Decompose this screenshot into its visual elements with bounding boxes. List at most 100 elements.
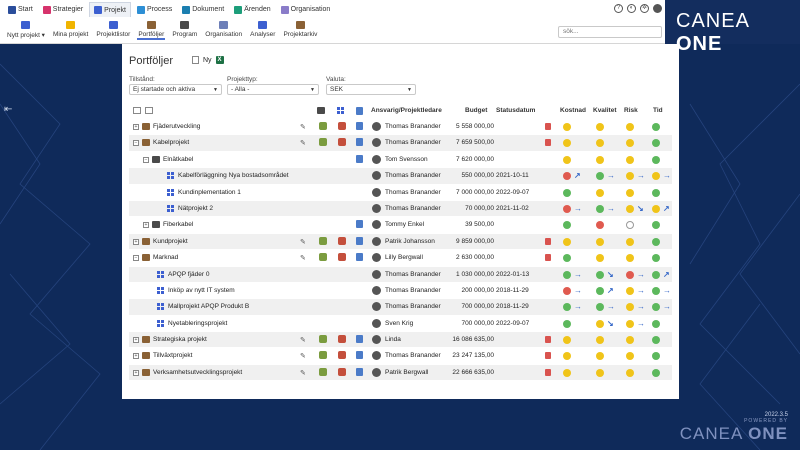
trash-icon[interactable] (545, 352, 551, 360)
col-responsible[interactable]: Ansvarig/Projektledare (371, 107, 442, 114)
row-name[interactable]: Marknad (153, 254, 178, 261)
trash-icon[interactable] (545, 336, 551, 344)
table-row[interactable]: Nyetableringsprojekt Sven Krig 700 000,00 2… (129, 316, 672, 333)
row-name[interactable]: Fjäderutveckling (153, 123, 200, 130)
collapse-arrow-icon[interactable]: ⇤ (4, 104, 12, 115)
row-name[interactable]: Nätprojekt 2 (178, 205, 213, 212)
module-tab-0[interactable]: Start (4, 2, 37, 17)
subnav-item-0[interactable]: Nytt projekt ▾ (6, 21, 46, 40)
row-name[interactable]: Verksamhetsutvecklingsprojekt (153, 369, 242, 376)
module-tab-2[interactable]: Projekt (89, 2, 131, 17)
table-row[interactable]: Mallprojekt APQP Produkt B Thomas Branand… (129, 299, 672, 316)
filter-currency-select[interactable]: SEK (326, 84, 416, 95)
row-name[interactable]: Kabelförläggning Nya bostadsområdet (178, 172, 289, 179)
report-icon[interactable] (356, 122, 363, 130)
expand-icon[interactable]: + (133, 337, 139, 344)
module-tab-5[interactable]: Ärenden (230, 2, 274, 17)
excel-export-icon[interactable]: X (215, 56, 224, 64)
row-name[interactable]: APQP fjäder 0 (168, 271, 209, 278)
puzzle-icon[interactable] (319, 138, 327, 147)
subnav-item-3[interactable]: Portföljer (137, 21, 166, 40)
subnav-item-2[interactable]: Projektlistor (95, 21, 131, 40)
report-icon[interactable] (356, 220, 363, 229)
row-name[interactable]: Strategiska projekt (153, 336, 207, 343)
trash-icon[interactable] (545, 237, 551, 245)
row-name[interactable]: Kundprojekt (153, 238, 188, 245)
subnav-item-6[interactable]: Analyser (249, 21, 276, 40)
new-button[interactable]: Ny (203, 57, 212, 64)
table-row[interactable]: APQP fjäder 0 Thomas Branander 1 030 000,0… (129, 266, 672, 283)
new-document-icon[interactable] (192, 56, 199, 64)
puzzle-icon[interactable] (319, 351, 327, 360)
puzzle-add-icon[interactable] (338, 367, 346, 376)
row-name[interactable]: Kabelprojekt (153, 139, 189, 146)
subnav-item-7[interactable]: Projektarkiv (282, 21, 318, 40)
report-icon[interactable] (356, 236, 363, 245)
trash-icon[interactable] (545, 368, 551, 376)
edit-icon[interactable]: ✎ (300, 139, 306, 147)
row-name[interactable]: Nyetableringsprojekt (168, 320, 227, 327)
puzzle-add-icon[interactable] (338, 253, 346, 262)
module-tab-4[interactable]: Dokument (178, 2, 228, 17)
row-name[interactable]: Kundinplementation 1 (178, 189, 241, 196)
row-name[interactable]: Elnätkabel (163, 156, 193, 163)
col-status-date[interactable]: Statusdatum (496, 107, 535, 114)
table-row[interactable]: − Elnätkabel Tom Svensson 7 620 000,00 (129, 152, 672, 169)
edit-icon[interactable]: ✎ (300, 352, 306, 360)
collapse-icon[interactable]: − (143, 156, 149, 163)
col-cost[interactable]: Kostnad (560, 107, 586, 114)
edit-icon[interactable]: ✎ (300, 336, 306, 344)
table-row[interactable]: Kabelförläggning Nya bostadsområdet Thoma… (129, 168, 672, 185)
table-row[interactable]: Inköp av nytt IT system Thomas Branander 2… (129, 283, 672, 300)
row-name[interactable]: Inköp av nytt IT system (168, 287, 235, 294)
palette-icon[interactable]: ◐ (627, 4, 636, 13)
row-name[interactable]: Mallprojekt APQP Produkt B (168, 303, 249, 310)
table-row[interactable]: + Strategiska projekt ✎ Linda 16 086 635,00 (129, 332, 672, 349)
puzzle-add-icon[interactable] (338, 335, 346, 344)
puzzle-add-icon[interactable] (338, 236, 346, 245)
module-tab-1[interactable]: Strategier (39, 2, 87, 17)
expand-icon[interactable]: + (143, 222, 149, 229)
row-name[interactable]: Fiberkabel (163, 221, 193, 228)
subnav-item-4[interactable]: Program (171, 21, 198, 40)
edit-icon[interactable]: ✎ (300, 254, 306, 262)
puzzle-icon[interactable] (319, 367, 327, 376)
table-row[interactable]: + Fjäderutveckling ✎ Thomas Branander 5 558 … (129, 119, 672, 136)
expand-all-icon[interactable] (133, 107, 141, 114)
gear-icon[interactable]: ✲ (640, 4, 649, 13)
table-row[interactable]: − Marknad ✎ Lilly Bergwall 2 630 000,00 (129, 250, 672, 267)
module-tab-6[interactable]: Organisation (277, 2, 335, 17)
collapse-icon[interactable]: − (133, 140, 139, 147)
table-row[interactable]: Nätprojekt 2 Thomas Branander 70 000,00 202… (129, 200, 672, 218)
report-icon[interactable] (356, 138, 363, 147)
report-icon[interactable] (356, 335, 363, 344)
expand-icon[interactable]: + (133, 238, 139, 245)
subnav-item-1[interactable]: Mina projekt (52, 21, 89, 40)
puzzle-add-icon[interactable] (338, 122, 346, 130)
report-icon[interactable] (356, 351, 363, 360)
filter-projecttype-select[interactable]: - Alla - (227, 84, 319, 95)
report-icon[interactable] (356, 367, 363, 376)
table-row[interactable]: + Kundprojekt ✎ Patrik Johansson 9 859 000,0… (129, 233, 672, 251)
trash-icon[interactable] (545, 123, 551, 130)
table-row[interactable]: + Tillväxtprojekt ✎ Thomas Branander 23 247 … (129, 348, 672, 365)
module-tab-3[interactable]: Process (133, 2, 176, 17)
puzzle-icon[interactable] (319, 253, 327, 262)
collapse-all-icon[interactable] (145, 107, 153, 114)
expand-icon[interactable]: + (133, 124, 139, 130)
table-row[interactable]: Kundinplementation 1 Thomas Branander 7 00… (129, 185, 672, 201)
filter-state-select[interactable]: Ej startade och aktiva (129, 84, 222, 95)
col-time[interactable]: Tid (653, 107, 663, 114)
avatar[interactable] (653, 4, 662, 13)
puzzle-add-icon[interactable] (338, 138, 346, 147)
col-risk[interactable]: Risk (624, 107, 638, 114)
search-input[interactable] (563, 28, 653, 35)
table-row[interactable]: + Fiberkabel Tommy Enkel 39 500,00 (129, 217, 672, 234)
edit-icon[interactable]: ✎ (300, 238, 306, 246)
edit-icon[interactable]: ✎ (300, 123, 306, 131)
table-row[interactable]: + Verksamhetsutvecklingsprojekt ✎ Patrik Be… (129, 364, 672, 382)
col-budget[interactable]: Budget (465, 107, 487, 114)
trash-icon[interactable] (545, 139, 551, 147)
report-icon[interactable] (356, 253, 363, 262)
expand-icon[interactable]: + (133, 369, 139, 376)
